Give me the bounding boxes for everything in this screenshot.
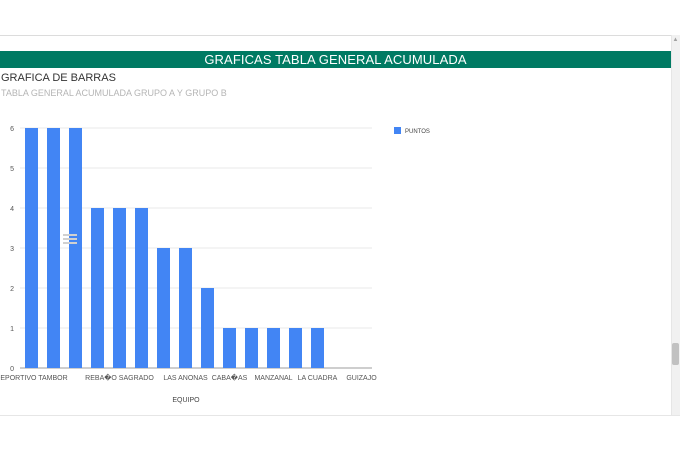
bar: [157, 248, 170, 368]
bar: [289, 328, 302, 368]
bar: [267, 328, 280, 368]
x-tick-label: DEPORTIVO TAMBOR: [0, 375, 68, 382]
scrollbar-thumb[interactable]: [672, 343, 679, 365]
y-tick-label: 1: [10, 326, 14, 333]
bar: [245, 328, 258, 368]
bar: [91, 208, 104, 368]
bar: [113, 208, 126, 368]
legend-swatch: [394, 127, 401, 134]
chart-title: GRAFICA DE BARRAS: [1, 72, 116, 84]
y-tick-label: 6: [10, 126, 14, 133]
bar-chart: 0 1 2 3 4 5 6 DEPORTIVO TAMBOR REBA�O SAGRADO LAS…: [0, 126, 430, 404]
y-tick-label: 5: [10, 166, 14, 173]
scroll-up-arrow-icon[interactable]: ▲: [672, 37, 679, 43]
x-tick-label: GUIZAJO: [346, 375, 377, 382]
x-tick-label: CABA�AS: [212, 373, 248, 382]
content-top-border: [0, 35, 671, 36]
top-blank-area: [0, 0, 680, 35]
bar: [201, 288, 214, 368]
x-axis-title: EQUIPO: [172, 397, 200, 404]
page-banner: GRAFICAS TABLA GENERAL ACUMULADA: [0, 51, 671, 68]
bar: [311, 328, 324, 368]
chart-subtitle: TABLA GENERAL ACUMULADA GRUPO A Y GRUPO …: [1, 88, 227, 98]
bar: [179, 248, 192, 368]
bar: [223, 328, 236, 368]
content-bottom-border: [0, 415, 680, 416]
bar: [135, 208, 148, 368]
y-tick-label: 2: [10, 286, 14, 293]
x-tick-label: LA CUADRA: [298, 375, 338, 382]
drag-handle-icon[interactable]: [63, 234, 77, 248]
bar: [69, 128, 82, 368]
x-tick-label: LAS ANONAS: [163, 375, 208, 382]
y-tick-label: 0: [10, 366, 14, 373]
legend-label: PUNTOS: [405, 129, 430, 135]
bar: [47, 128, 60, 368]
y-tick-label: 4: [10, 206, 14, 213]
x-tick-label: MANZANAL: [254, 375, 292, 382]
y-tick-label: 3: [10, 246, 14, 253]
bar: [25, 128, 38, 368]
x-tick-label: REBA�O SAGRADO: [85, 373, 154, 382]
